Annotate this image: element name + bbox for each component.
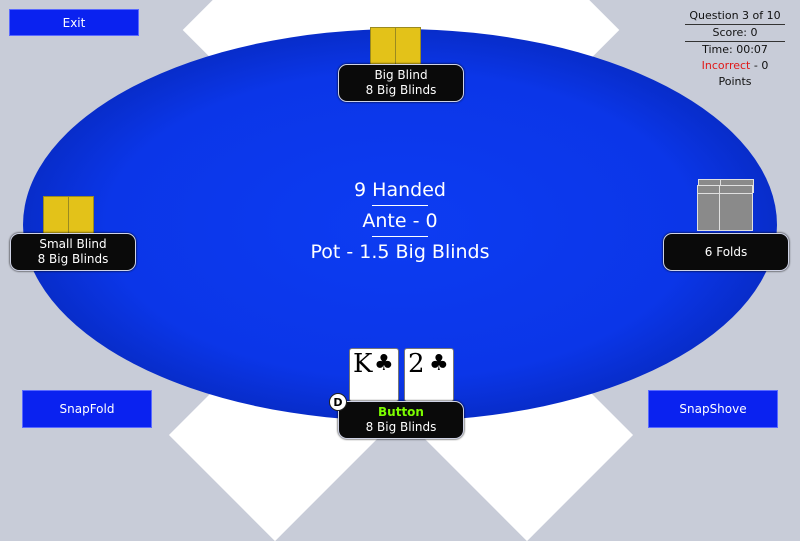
exit-button[interactable]: Exit — [9, 9, 139, 36]
hero-card-1: K ♣ — [349, 348, 399, 402]
result-text: Incorrect - 0 Points — [685, 58, 785, 90]
seat-hero-button: Button 8 Big Blinds — [338, 401, 464, 439]
seat-stack-label: 8 Big Blinds — [365, 83, 437, 97]
seat-big-blind: Big Blind 8 Big Blinds — [338, 64, 464, 102]
club-suit-icon: ♣ — [374, 351, 394, 376]
question-counter: Question 3 of 10 — [689, 9, 781, 22]
folded-card-2 — [719, 193, 753, 231]
club-suit-icon: ♣ — [429, 351, 449, 376]
snapfold-button[interactable]: SnapFold — [22, 390, 152, 428]
seat-position-label: Button — [378, 405, 424, 419]
hero-card-2: 2 ♣ — [404, 348, 454, 402]
card-rank: 2 — [408, 349, 425, 379]
info-divider — [372, 236, 428, 237]
small-blind-card-2 — [68, 196, 94, 236]
big-blind-card-2 — [395, 27, 421, 67]
seat-small-blind: Small Blind 8 Big Blinds — [10, 233, 136, 271]
snapshove-button[interactable]: SnapShove — [648, 390, 778, 428]
folds-label: 6 Folds — [704, 244, 748, 259]
pot-text: Pot - 1.5 Big Blinds — [310, 241, 490, 263]
result-incorrect: Incorrect — [701, 59, 751, 72]
big-blind-card-1 — [370, 27, 396, 67]
seat-position-label: Small Blind — [39, 237, 107, 251]
small-blind-card-1 — [43, 196, 69, 236]
seat-stack-label: 8 Big Blinds — [37, 252, 109, 266]
seat-folds: 6 Folds — [663, 233, 789, 271]
seat-position-label: Big Blind — [374, 68, 428, 82]
dealer-button-icon: D — [329, 393, 347, 411]
score-panel: Question 3 of 10 Score: 0 Time: 00:07 In… — [685, 8, 785, 90]
seat-stack-label: 8 Big Blinds — [365, 420, 437, 434]
score-text: Score: 0 — [712, 26, 758, 39]
table-info: 9 Handed Ante - 0 Pot - 1.5 Big Blinds — [300, 178, 500, 264]
info-divider — [372, 205, 428, 206]
handed-text: 9 Handed — [354, 179, 446, 201]
ante-text: Ante - 0 — [362, 210, 438, 232]
card-rank: K — [353, 349, 373, 379]
timer-text: Time: 00:07 — [702, 43, 768, 56]
